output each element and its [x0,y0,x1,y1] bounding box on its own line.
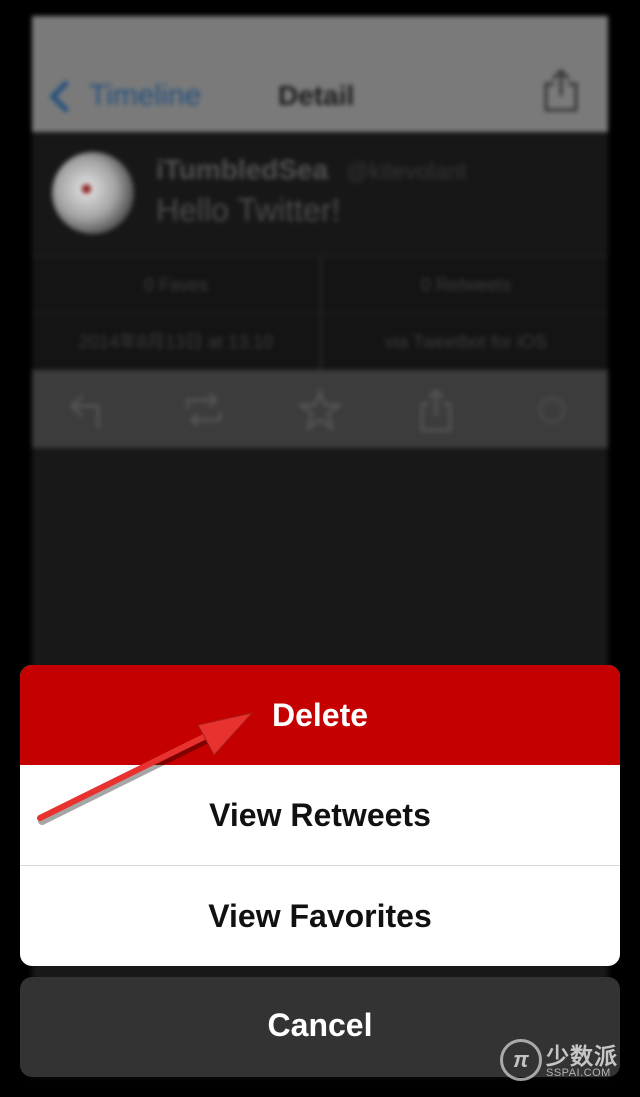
tweet-author-handle: @kitevolant [346,158,467,184]
tweet-date: 2014年8月13日 at 13:10 [78,332,274,352]
star-icon[interactable] [298,388,342,432]
retweet-icon[interactable] [182,388,226,432]
watermark-emblem-icon: π [500,1039,542,1081]
meta-row: 2014年8月13日 at 13:10 via Tweetbot for iOS [32,313,608,370]
share-icon[interactable] [414,388,458,432]
faves-count[interactable]: 0 Faves [32,257,320,313]
page-title: Detail [278,80,355,111]
back-button[interactable]: Timeline [46,76,201,116]
tweet-actions-bar [32,370,608,448]
view-favorites-button[interactable]: View Favorites [20,866,620,966]
action-sheet: Delete View Retweets View Favorites [20,665,620,966]
nav-bar: Timeline Detail [32,16,608,132]
tweet: iTumbledSea @kitevolant Hello Twitter! [32,132,608,256]
tweet-source: via Tweetbot for iOS [320,314,608,370]
avatar [52,152,134,234]
tweet-author-name: iTumbledSea [156,154,329,185]
watermark-logo: π 少数派 SSPAI.COM [500,1037,628,1087]
stats-row: 0 Faves 0 Retweets [32,256,608,313]
view-retweets-button[interactable]: View Retweets [20,765,620,866]
watermark-url: SSPAI.COM [546,1067,611,1079]
tweet-text: Hello Twitter! [156,192,341,228]
more-icon[interactable] [530,388,574,432]
reply-icon[interactable] [68,388,112,432]
retweets-count[interactable]: 0 Retweets [320,257,608,313]
back-label: Timeline [89,79,202,112]
chevron-left-icon [49,79,82,113]
share-icon[interactable] [542,68,580,112]
watermark-text: 少数派 [546,1043,618,1069]
delete-button[interactable]: Delete [20,665,620,765]
